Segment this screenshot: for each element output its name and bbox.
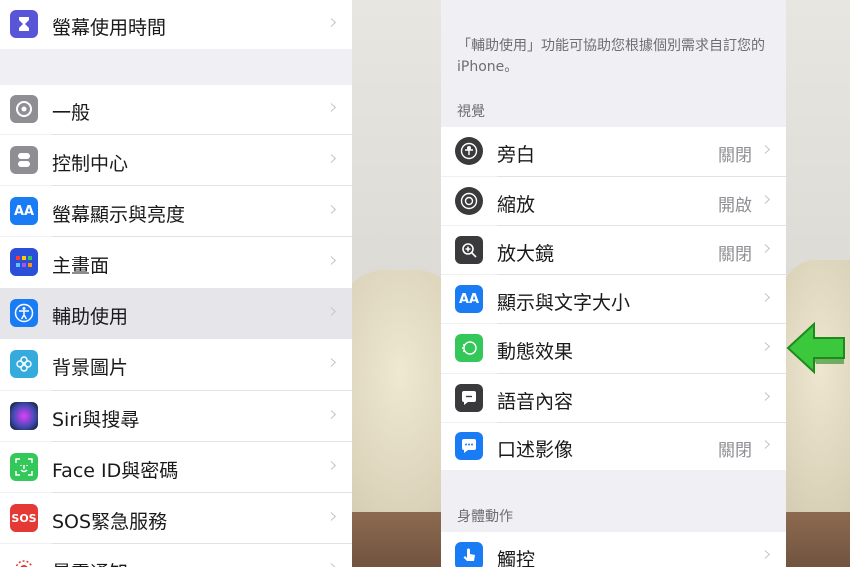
- settings-item-home-screen[interactable]: 主畫面 ›: [0, 237, 352, 288]
- settings-item-label: 暴露通知: [52, 558, 128, 567]
- accessibility-icon: [10, 299, 38, 327]
- chevron-right-icon: ›: [329, 10, 338, 35]
- accessibility-item-value: 開啟: [718, 196, 752, 216]
- chevron-right-icon: ›: [763, 236, 772, 261]
- settings-item-label: 控制中心: [52, 153, 129, 175]
- chevron-right-icon: ›: [763, 285, 772, 310]
- siri-icon: [10, 402, 38, 430]
- settings-item-siri-search[interactable]: Siri與搜尋 ›: [0, 391, 352, 441]
- chevron-right-icon: ›: [329, 146, 338, 171]
- accessibility-item-voiceover[interactable]: 旁白 關閉 ›: [441, 127, 786, 176]
- motion-icon: [455, 334, 483, 362]
- accessibility-item-label: 縮放: [497, 194, 536, 216]
- accessibility-item-spoken-content[interactable]: 語音內容 ›: [441, 374, 786, 422]
- settings-item-label: 輔助使用: [52, 306, 129, 328]
- text-size-icon: AA: [455, 285, 483, 313]
- settings-item-sos[interactable]: SOS SOS緊急服務 ›: [0, 493, 352, 543]
- settings-item-control-center[interactable]: 控制中心 ›: [0, 135, 352, 185]
- speech-icon: [455, 384, 483, 412]
- accessibility-item-value: 關閉: [718, 146, 752, 166]
- settings-item-label: 螢幕使用時間: [52, 17, 167, 39]
- accessibility-item-label: 旁白: [497, 144, 536, 166]
- accessibility-item-magnifier[interactable]: 放大鏡 關閉 ›: [441, 226, 786, 274]
- section-header-vision: 視覺: [457, 104, 485, 120]
- accessibility-item-label: 觸控: [497, 549, 536, 567]
- flower-icon: [10, 350, 38, 378]
- zoom-icon: [455, 187, 483, 215]
- green-arrow-icon: [786, 321, 845, 375]
- chevron-right-icon: ›: [763, 137, 772, 162]
- chevron-right-icon: ›: [763, 384, 772, 409]
- chevron-right-icon: ›: [763, 334, 772, 359]
- accessibility-item-label: 語音內容: [497, 391, 574, 413]
- settings-panel: 螢幕使用時間 › 一般 › 控制中心 › AA 螢幕顯示與亮度 › 主畫面 › …: [0, 0, 352, 567]
- settings-item-label: 背景圖片: [52, 357, 129, 379]
- voiceover-icon: [455, 137, 483, 165]
- settings-item-display-brightness[interactable]: AA 螢幕顯示與亮度 ›: [0, 186, 352, 236]
- chevron-right-icon: ›: [329, 248, 338, 273]
- chevron-right-icon: ›: [329, 95, 338, 120]
- accessibility-item-label: 動態效果: [497, 341, 574, 363]
- section-header-physical: 身體動作: [457, 509, 513, 525]
- accessibility-item-label: 放大鏡: [497, 243, 555, 265]
- accessibility-panel: 「輔助使用」功能可協助您根據個別需求自訂您的 iPhone。 視覺 旁白 關閉 …: [441, 0, 786, 567]
- home-grid-icon: [10, 248, 38, 276]
- settings-item-label: 一般: [52, 102, 91, 124]
- settings-item-wallpaper[interactable]: 背景圖片 ›: [0, 339, 352, 390]
- accessibility-description: 「輔助使用」功能可協助您根據個別需求自訂您的 iPhone。: [457, 38, 765, 75]
- settings-item-label: 螢幕顯示與亮度: [52, 204, 186, 226]
- settings-item-screen-time[interactable]: 螢幕使用時間 ›: [0, 0, 352, 49]
- chevron-right-icon: ›: [329, 197, 338, 222]
- chevron-right-icon: ›: [329, 299, 338, 324]
- chevron-right-icon: ›: [329, 453, 338, 478]
- chevron-right-icon: ›: [763, 542, 772, 567]
- text-size-icon: AA: [10, 197, 38, 225]
- chevron-right-icon: ›: [329, 555, 338, 567]
- settings-item-label: Face ID與密碼: [52, 460, 179, 482]
- accessibility-item-value: 關閉: [718, 441, 752, 461]
- face-id-icon: [10, 453, 38, 481]
- accessibility-item-touch[interactable]: 觸控 ›: [441, 532, 786, 567]
- sos-icon: SOS: [10, 504, 38, 532]
- chevron-right-icon: ›: [329, 504, 338, 529]
- accessibility-item-value: 關閉: [718, 245, 752, 265]
- magnifier-icon: [455, 236, 483, 264]
- accessibility-item-display-text-size[interactable]: AA 顯示與文字大小 ›: [441, 275, 786, 323]
- chevron-right-icon: ›: [329, 402, 338, 427]
- audio-description-icon: [455, 432, 483, 460]
- touch-icon: [455, 542, 483, 567]
- chevron-right-icon: ›: [763, 187, 772, 212]
- settings-item-label: 主畫面: [52, 255, 110, 277]
- settings-item-label: Siri與搜尋: [52, 409, 140, 431]
- settings-item-exposure[interactable]: 暴露通知 ›: [0, 544, 352, 567]
- settings-item-label: SOS緊急服務: [52, 511, 168, 533]
- accessibility-item-label: 顯示與文字大小: [497, 292, 631, 314]
- accessibility-item-label: 口述影像: [497, 439, 574, 461]
- toggles-icon: [10, 146, 38, 174]
- accessibility-item-motion[interactable]: 動態效果 ›: [441, 324, 786, 373]
- chevron-right-icon: ›: [763, 432, 772, 457]
- settings-item-accessibility[interactable]: 輔助使用 ›: [0, 288, 352, 339]
- chevron-right-icon: ›: [329, 350, 338, 375]
- hourglass-icon: [10, 10, 38, 38]
- accessibility-item-zoom[interactable]: 縮放 開啟 ›: [441, 177, 786, 225]
- exposure-icon: [10, 555, 38, 567]
- accessibility-item-audio-descriptions[interactable]: 口述影像 關閉 ›: [441, 423, 786, 470]
- gear-icon: [10, 95, 38, 123]
- settings-item-face-id[interactable]: Face ID與密碼 ›: [0, 442, 352, 492]
- settings-item-general[interactable]: 一般 ›: [0, 85, 352, 134]
